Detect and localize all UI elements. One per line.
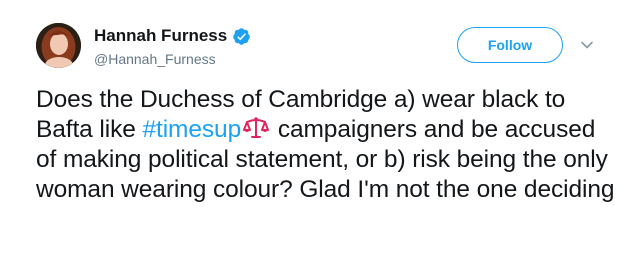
avatar[interactable] <box>36 23 81 68</box>
tweet-text: Does the Duchess of Cambridge a) wear bl… <box>36 85 621 205</box>
user-handle[interactable]: @Hannah_Furness <box>94 51 251 67</box>
hashtag-link[interactable]: #timesup <box>142 116 241 143</box>
verified-badge-icon <box>232 27 251 46</box>
user-info: Hannah Furness @Hannah_Furness <box>94 25 251 67</box>
tweet-card: Hannah Furness @Hannah_Furness Follow Do… <box>0 0 633 263</box>
chevron-down-icon[interactable] <box>580 38 594 52</box>
follow-button[interactable]: Follow <box>457 27 563 63</box>
scales-of-justice-icon <box>243 116 270 140</box>
display-name[interactable]: Hannah Furness <box>94 26 227 46</box>
